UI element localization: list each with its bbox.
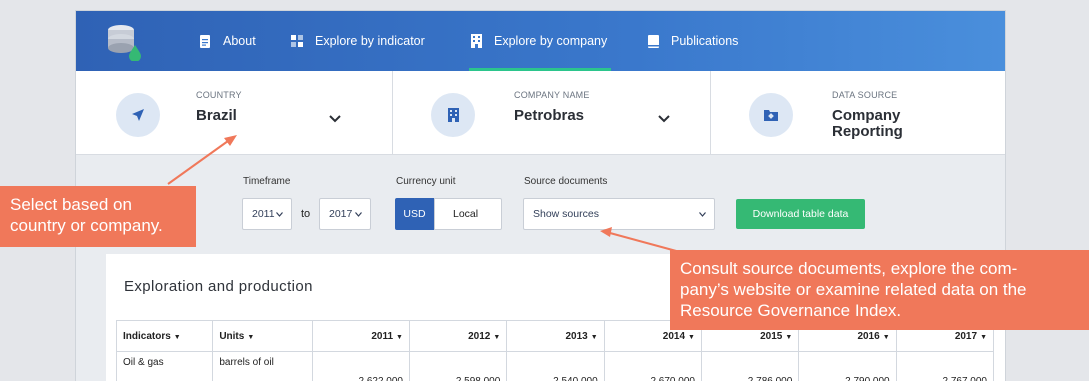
data-source-value: Company Reporting bbox=[832, 108, 903, 140]
download-table-data-button[interactable]: Download table data bbox=[736, 199, 865, 229]
sort-triangle-icon: ▼ bbox=[882, 333, 890, 341]
company-name-value: Petrobras bbox=[514, 107, 585, 124]
currency-usd-button[interactable]: USD bbox=[395, 198, 434, 230]
chevron-down-icon bbox=[355, 212, 362, 217]
column-header-label: 2013 bbox=[565, 330, 588, 342]
column-header-units[interactable]: Units ▼ bbox=[212, 320, 313, 352]
book-icon bbox=[647, 34, 659, 48]
sort-triangle-icon: ▼ bbox=[980, 333, 987, 341]
card-title: Exploration and production bbox=[124, 278, 313, 295]
column-header-label: 2017 bbox=[954, 330, 978, 342]
from-year-select[interactable]: 2011 bbox=[242, 198, 292, 230]
top-nav: About Explore by indicator Explore by co… bbox=[76, 11, 1005, 71]
callout-line: country or company. bbox=[10, 216, 163, 235]
cell-value: 2,598,000 bbox=[408, 351, 508, 381]
cell-units: barrels of oil bbox=[212, 351, 313, 381]
column-header-2011[interactable]: 2011 ▼ bbox=[311, 320, 410, 352]
column-header-label: 2011 bbox=[371, 330, 394, 342]
nav-item-publications[interactable]: Publications bbox=[647, 11, 738, 71]
callout-line: Resource Governance Index. bbox=[680, 301, 902, 320]
source-documents-value: Show sources bbox=[533, 208, 599, 220]
nav-item-about[interactable]: About bbox=[199, 11, 256, 71]
callout-line: Select based on bbox=[10, 195, 132, 214]
sort-triangle-icon: ▼ bbox=[590, 333, 598, 341]
sort-triangle-icon: ▼ bbox=[785, 333, 793, 341]
country-label: COUNTRY bbox=[196, 90, 242, 100]
data-source-selector[interactable]: DATA SOURCE Company Reporting bbox=[711, 71, 1005, 155]
sort-triangle-icon: ▼ bbox=[493, 333, 501, 341]
callout-select-country-company: Select based on country or company. bbox=[0, 186, 196, 247]
data-source-value-line2: Reporting bbox=[832, 123, 903, 140]
folder-icon bbox=[749, 93, 793, 137]
sort-triangle-icon: ▼ bbox=[247, 333, 255, 341]
currency-local-button[interactable]: Local bbox=[434, 198, 502, 230]
chevron-down-icon[interactable] bbox=[329, 115, 341, 123]
column-header-label: Indicators bbox=[123, 330, 171, 342]
data-source-value-line1: Company bbox=[832, 107, 901, 124]
nav-item-label: Publications bbox=[671, 34, 739, 48]
location-arrow-icon bbox=[116, 93, 160, 137]
company-name-label: COMPANY NAME bbox=[514, 90, 590, 100]
cell-value: 2,786,000 bbox=[700, 351, 800, 381]
nav-item-label: Explore by indicator bbox=[315, 34, 425, 48]
source-documents-label: Source documents bbox=[524, 176, 608, 187]
column-header-label: 2016 bbox=[857, 330, 880, 342]
selector-bar: COUNTRY Brazil COMPANY NAME Petrobras DA… bbox=[76, 71, 1005, 155]
building-icon bbox=[470, 34, 482, 48]
data-source-label: DATA SOURCE bbox=[832, 90, 898, 100]
cell-value: 2,790,000 bbox=[798, 351, 897, 381]
column-header-label: 2012 bbox=[468, 330, 491, 342]
cell-value: 2,767,000 bbox=[895, 351, 995, 381]
from-year-value: 2011 bbox=[252, 208, 275, 220]
database-logo-icon[interactable] bbox=[106, 23, 142, 62]
nav-item-explore-by-company[interactable]: Explore by company bbox=[470, 11, 607, 71]
sort-triangle-icon: ▼ bbox=[173, 333, 181, 341]
timeframe-label: Timeframe bbox=[243, 176, 291, 187]
sort-triangle-icon: ▼ bbox=[688, 333, 695, 341]
grid-icon bbox=[291, 34, 303, 48]
building-icon bbox=[431, 93, 475, 137]
column-header-indicators[interactable]: Indicators ▼ bbox=[115, 320, 214, 352]
sort-triangle-icon: ▼ bbox=[396, 333, 403, 341]
country-value: Brazil bbox=[196, 107, 237, 124]
to-year-value: 2017 bbox=[329, 208, 353, 220]
to-label: to bbox=[301, 208, 311, 220]
column-header-label: 2014 bbox=[662, 330, 686, 342]
nav-item-label: About bbox=[223, 34, 256, 48]
column-header-label: 2015 bbox=[760, 330, 783, 342]
callout-source-documents: Consult source documents, explore the co… bbox=[670, 250, 1089, 330]
currency-unit-label: Currency unit bbox=[396, 176, 456, 187]
cell-value: 2,540,000 bbox=[506, 351, 605, 381]
cell-value: 2,622,000 bbox=[311, 351, 410, 381]
document-icon bbox=[199, 34, 211, 48]
company-selector[interactable]: COMPANY NAME Petrobras bbox=[393, 71, 711, 155]
cell-indicator: Oil & gas bbox=[115, 351, 214, 381]
callout-line: pany’s website or examine related data o… bbox=[680, 280, 1027, 299]
nav-item-explore-by-indicator[interactable]: Explore by indicator bbox=[291, 11, 425, 71]
callout-line: Consult source documents, explore the co… bbox=[680, 259, 1018, 278]
column-header-2012[interactable]: 2012 ▼ bbox=[408, 320, 508, 352]
source-documents-select[interactable]: Show sources bbox=[523, 198, 715, 230]
cell-value: 2,670,000 bbox=[603, 351, 702, 381]
table-row: Oil & gas barrels of oil 2,622,000 2,598… bbox=[115, 351, 995, 381]
chevron-down-icon bbox=[699, 212, 706, 217]
to-year-select[interactable]: 2017 bbox=[319, 198, 371, 230]
chevron-down-icon[interactable] bbox=[658, 115, 670, 123]
column-header-2013[interactable]: 2013 ▼ bbox=[506, 320, 605, 352]
column-header-label: Units bbox=[219, 330, 245, 342]
nav-item-label: Explore by company bbox=[494, 34, 608, 48]
country-selector[interactable]: COUNTRY Brazil bbox=[76, 71, 393, 155]
chevron-down-icon bbox=[276, 212, 283, 217]
